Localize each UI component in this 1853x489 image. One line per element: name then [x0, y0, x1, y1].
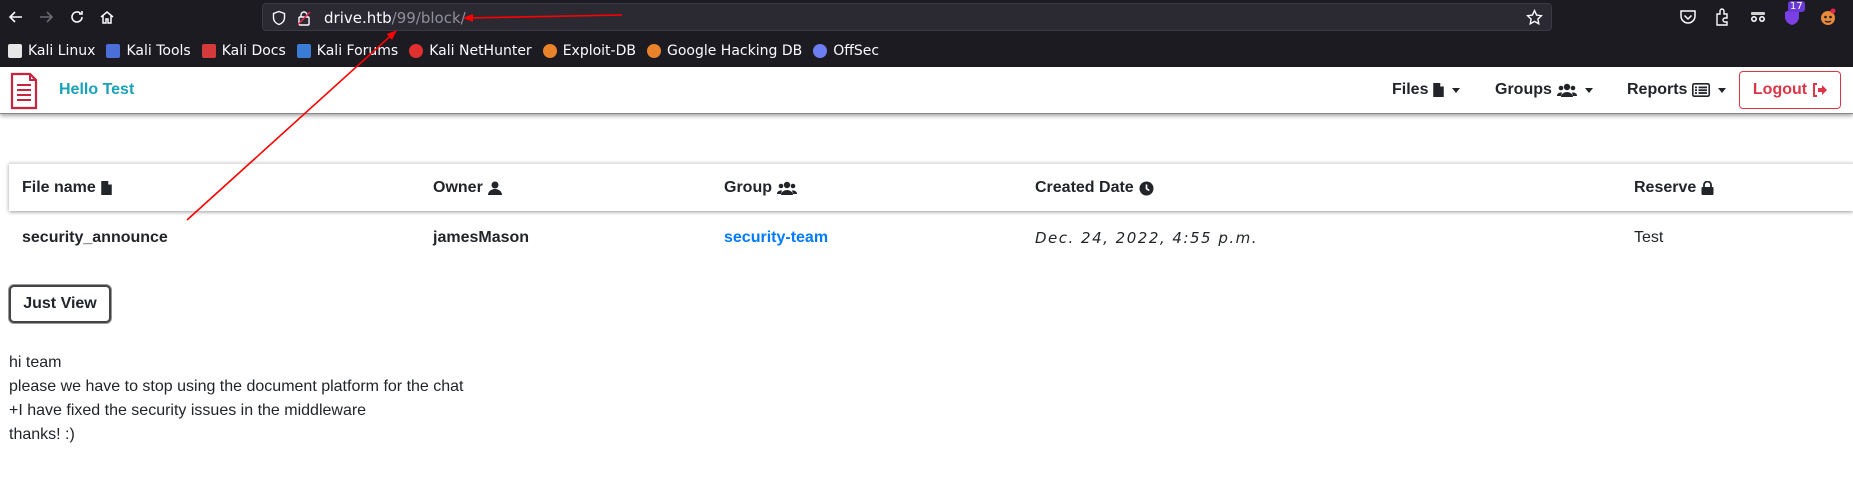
back-icon[interactable] — [4, 5, 28, 29]
bookmark-offsec[interactable]: OffSec — [813, 43, 879, 59]
column-group: Group — [724, 179, 797, 197]
file-icon — [101, 181, 112, 195]
column-file-name: File name — [22, 179, 112, 197]
bookmark-kali-forums[interactable]: Kali Forums — [296, 43, 398, 59]
kali-dragon-icon — [8, 44, 22, 58]
message-line: hi team — [9, 354, 62, 371]
files-menu[interactable]: Files — [1392, 81, 1461, 99]
profile-extension-icon[interactable] — [1818, 7, 1838, 27]
file-table-header: File name Owner Group Created Date Reser… — [9, 163, 1853, 211]
exploit-db-icon — [542, 44, 557, 58]
browser-chrome: drive.htb/99/block/ 17 Kali Linux Kali T… — [0, 0, 1853, 67]
bookmark-kali-tools[interactable]: Kali Tools — [106, 43, 191, 59]
column-reserve: Reserve — [1634, 179, 1714, 197]
kali-docs-icon — [201, 44, 216, 58]
chevron-down-icon — [1452, 87, 1461, 93]
offsec-icon — [813, 44, 828, 58]
message-line: thanks! :) — [9, 426, 75, 443]
shield-extension-icon[interactable]: 17 — [1782, 1, 1805, 27]
tracking-protection-icon[interactable] — [271, 10, 287, 26]
forward-icon[interactable] — [34, 5, 58, 29]
reports-menu[interactable]: Reports — [1627, 81, 1727, 99]
user-icon — [487, 181, 502, 195]
message-line: please we have to stop using the documen… — [9, 378, 464, 395]
browser-toolbar: drive.htb/99/block/ 17 — [0, 0, 1853, 34]
column-owner: Owner — [433, 179, 502, 197]
logout-button[interactable]: Logout — [1739, 71, 1841, 109]
groups-menu-label: Groups — [1495, 81, 1552, 98]
pocket-icon[interactable] — [1678, 7, 1698, 27]
logout-label: Logout — [1752, 81, 1808, 98]
message-body: hi team please we have to stop using the… — [9, 351, 464, 447]
cell-created-date: Dec. 24, 2022, 4:55 p.m. — [1035, 229, 1259, 247]
bookmark-kali-linux[interactable]: Kali Linux — [8, 43, 95, 59]
chevron-down-icon — [1584, 87, 1593, 93]
kali-forums-icon — [296, 44, 311, 58]
site-navbar: Hello Test Files Groups Reports Logout — [0, 67, 1853, 114]
url-path: /99/block/ — [391, 9, 466, 27]
cell-reserve: Test — [1634, 229, 1664, 246]
document-logo-icon[interactable] — [9, 72, 39, 110]
home-icon[interactable] — [95, 5, 119, 29]
file-icon — [1433, 83, 1445, 97]
cell-owner: jamesMason — [433, 229, 530, 246]
lock-icon — [1701, 181, 1714, 195]
reports-menu-label: Reports — [1627, 81, 1688, 98]
brand-name[interactable]: Hello Test — [59, 81, 134, 99]
chevron-down-icon — [1718, 87, 1727, 93]
url-host: drive.htb — [324, 9, 392, 27]
ghdb-icon — [646, 44, 661, 58]
column-created-date: Created Date — [1035, 179, 1154, 197]
bookmark-kali-docs[interactable]: Kali Docs — [201, 43, 286, 59]
url-text[interactable]: drive.htb/99/block/ — [324, 9, 466, 27]
reload-icon[interactable] — [65, 5, 89, 29]
just-view-button[interactable]: Just View — [9, 285, 111, 323]
clock-icon — [1139, 181, 1154, 195]
extensions-icon[interactable] — [1713, 7, 1733, 27]
files-menu-label: Files — [1392, 81, 1429, 98]
users-icon — [1556, 83, 1577, 97]
users-icon — [777, 181, 797, 195]
cell-file-name[interactable]: security_announce — [22, 229, 168, 247]
bookmark-google-hacking-db[interactable]: Google Hacking DB — [646, 43, 802, 59]
kali-nethunter-icon — [409, 44, 424, 58]
groups-menu[interactable]: Groups — [1495, 81, 1593, 99]
extensions-badge: 17 — [1788, 1, 1805, 12]
kali-tools-icon — [106, 44, 121, 58]
bookmark-exploit-db[interactable]: Exploit-DB — [542, 43, 636, 59]
incognito-extension-icon[interactable] — [1748, 7, 1768, 27]
message-line: +I have fixed the security issues in the… — [9, 402, 367, 419]
just-view-label: Just View — [23, 295, 97, 312]
bookmarks-toolbar: Kali Linux Kali Tools Kali Docs Kali For… — [0, 37, 1853, 65]
bookmark-kali-nethunter[interactable]: Kali NetHunter — [409, 43, 532, 59]
list-alt-icon — [1692, 83, 1711, 97]
bookmark-star-icon[interactable] — [1526, 9, 1543, 26]
lock-icon[interactable] — [296, 10, 312, 26]
sign-out-icon — [1813, 83, 1828, 97]
url-bar[interactable]: drive.htb/99/block/ — [262, 3, 1552, 31]
cell-group-link[interactable]: security-team — [724, 229, 828, 247]
